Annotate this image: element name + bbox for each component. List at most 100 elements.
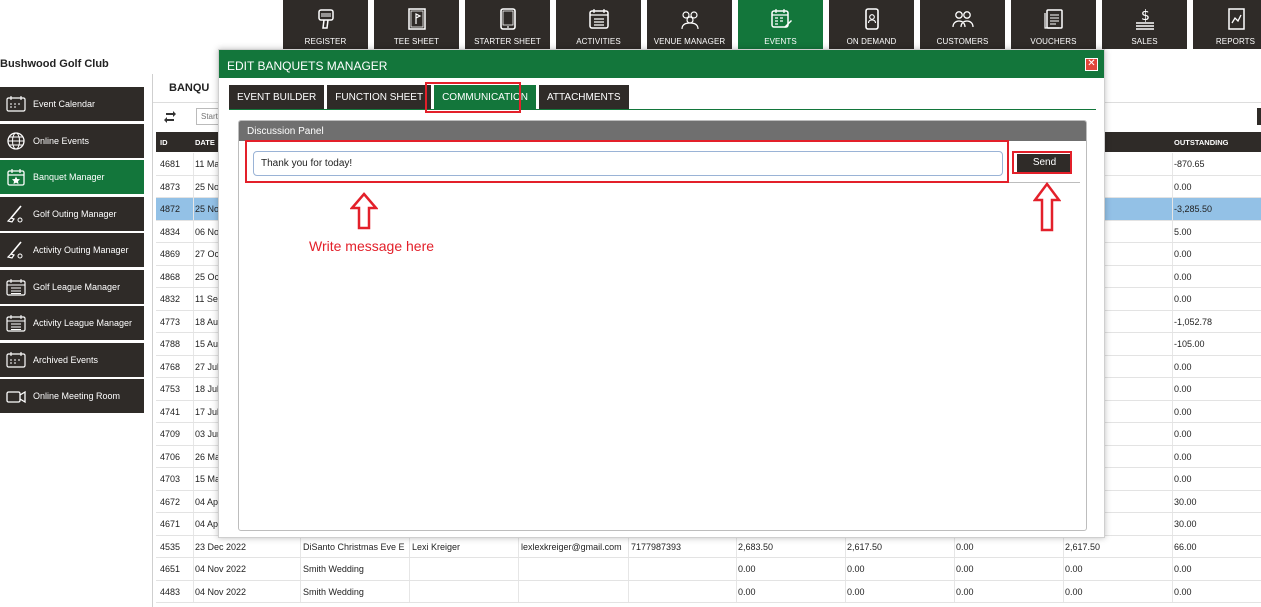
banquet-calendar-icon	[5, 167, 27, 187]
top-navigation: REGISTER TEE SHEET STARTER SHEET ACTIVITIES…	[283, 0, 1261, 49]
tab-event-builder[interactable]: EVENT BUILDER	[229, 85, 325, 110]
tablet-icon	[497, 7, 519, 31]
cell-total: 2,683.50	[738, 541, 774, 552]
cell-email: lexlexkreiger@gmail.com	[521, 541, 622, 552]
nav-customers[interactable]: CUSTOMERS	[920, 0, 1005, 49]
column-divider	[628, 535, 629, 557]
cell-out: -105.00	[1174, 339, 1205, 349]
column-divider	[1172, 265, 1173, 287]
nav-on-demand[interactable]: ON DEMAND	[829, 0, 914, 49]
sidebar-item-label: Golf Outing Manager	[33, 208, 117, 219]
refresh-icon[interactable]	[163, 110, 177, 124]
cell-out: -870.65	[1174, 159, 1205, 169]
column-divider	[1063, 558, 1064, 580]
cell-out: 0.00	[1174, 249, 1192, 259]
column-divider	[736, 558, 737, 580]
cell-out: 0.00	[1174, 406, 1192, 417]
column-id[interactable]: ID	[160, 138, 168, 147]
cell-out: 0.00	[1174, 474, 1192, 484]
column-divider	[1063, 535, 1064, 557]
tab-attachments[interactable]: ATTACHMENTS	[539, 85, 629, 110]
communication-tab-highlight	[425, 82, 521, 113]
column-divider	[1172, 445, 1173, 467]
customers-icon	[951, 7, 974, 31]
cell-id: 4651	[160, 564, 181, 574]
nav-reports[interactable]: REPORTS	[1193, 0, 1261, 49]
close-icon[interactable]: ✕	[1085, 58, 1098, 71]
sidebar-item-label: Golf League Manager	[33, 281, 121, 292]
column-divider	[1172, 378, 1173, 400]
cell-out: -1,052.78	[1174, 316, 1213, 327]
sidebar-item-banquet-manager[interactable]: Banquet Manager	[0, 160, 144, 194]
column-divider	[1172, 288, 1173, 310]
column-outstanding[interactable]: OUTSTANDING	[1174, 138, 1228, 147]
phone-user-icon	[861, 7, 883, 31]
column-divider	[1172, 333, 1173, 355]
sidebar: Event Calendar Online Events Banquet Manag…	[0, 87, 144, 416]
column-divider	[1172, 535, 1173, 557]
send-button-highlight	[1012, 151, 1072, 174]
nav-register[interactable]: REGISTER	[283, 0, 368, 49]
column-divider	[1172, 175, 1173, 197]
nav-venue-manager[interactable]: VENUE MANAGER	[647, 0, 732, 49]
cell-id: 4773	[160, 316, 181, 327]
cell-paid: 2,617.50	[847, 541, 883, 552]
sidebar-item-golf-outing-manager[interactable]: Golf Outing Manager	[0, 196, 144, 231]
cell-bal: 0.00	[1065, 564, 1083, 574]
cell-out: 0.00	[1174, 564, 1192, 574]
nav-events[interactable]: EVENTS	[738, 0, 823, 49]
column-date[interactable]: DATE	[195, 138, 215, 147]
cell-phone: 7177987393	[631, 541, 682, 552]
cell-total: 0.00	[738, 564, 756, 574]
nav-label: REGISTER	[304, 37, 347, 46]
nav-starter-sheet[interactable]: STARTER SHEET	[465, 0, 550, 49]
nav-label: STARTER SHEET	[474, 37, 541, 46]
cell-out: 0.00	[1174, 586, 1192, 597]
sidebar-item-online-meeting-room[interactable]: Online Meeting Room	[0, 379, 144, 413]
nav-tee-sheet[interactable]: TEE SHEET	[374, 0, 459, 49]
cell-paid: 0.00	[847, 564, 865, 574]
modal-header: EDIT BANQUETS MANAGER ✕	[219, 50, 1104, 78]
nav-label: REPORTS	[1215, 37, 1256, 46]
nav-vouchers[interactable]: VOUCHERS	[1011, 0, 1096, 49]
cell-id: 4706	[160, 451, 181, 462]
sidebar-item-archived-events[interactable]: Archived Events	[0, 342, 144, 377]
table-row[interactable]: 4651 04 Nov 2022 Smith Wedding 0.00 0.00 0.00…	[156, 558, 1261, 581]
tee-sheet-icon	[406, 7, 428, 31]
message-input-highlight	[245, 140, 1009, 183]
column-divider	[1172, 400, 1173, 422]
tab-function-sheet[interactable]: FUNCTION SHEET	[327, 85, 432, 110]
sidebar-item-online-events[interactable]: Online Events	[0, 123, 144, 158]
list-calendar-icon	[5, 313, 27, 333]
cell-id: 4741	[160, 406, 181, 417]
cell-id: 4535	[160, 541, 181, 552]
column-divider	[628, 580, 629, 602]
sidebar-item-label: Activity League Manager	[33, 318, 133, 328]
cell-out: 0.00	[1174, 181, 1192, 192]
barcode-scanner-icon	[315, 7, 337, 31]
column-divider	[736, 580, 737, 602]
cell-id: 4788	[160, 339, 181, 349]
page-title: BANQU	[169, 82, 210, 94]
column-divider	[1172, 310, 1173, 332]
table-row[interactable]: 4535 23 Dec 2022 DiSanto Christmas Eve E Le…	[156, 535, 1261, 558]
column-divider	[1063, 580, 1064, 602]
sidebar-item-event-calendar[interactable]: Event Calendar	[0, 87, 144, 121]
cell-total: 0.00	[738, 586, 756, 597]
table-row[interactable]: 4483 04 Nov 2022 Smith Wedding 0.00 0.00 0.00…	[156, 580, 1261, 603]
sidebar-item-activity-league-manager[interactable]: Activity League Manager	[0, 306, 144, 340]
sidebar-item-activity-outing-manager[interactable]: Activity Outing Manager	[0, 233, 144, 267]
nav-sales[interactable]: $ SALES	[1102, 0, 1187, 49]
nav-activities[interactable]: ACTIVITIES	[556, 0, 641, 49]
cell-bal: 2,617.50	[1065, 541, 1101, 552]
hint-text: Write message here	[309, 238, 435, 254]
cell-id: 4672	[160, 496, 181, 507]
cell-name: DiSanto Christmas Eve E	[303, 541, 405, 552]
sidebar-item-golf-league-manager[interactable]: Golf League Manager	[0, 269, 144, 304]
cell-date: 23 Dec 2022	[195, 541, 247, 552]
column-divider	[954, 535, 955, 557]
video-camera-icon	[5, 386, 27, 406]
nav-label: SALES	[1131, 37, 1158, 46]
cell-id: 4753	[160, 384, 181, 394]
toolbar-button-edge[interactable]	[1257, 108, 1261, 125]
